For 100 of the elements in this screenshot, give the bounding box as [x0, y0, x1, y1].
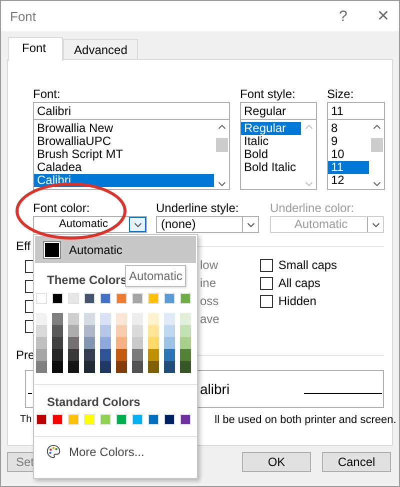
- list-item[interactable]: Regular: [241, 122, 301, 135]
- tab[interactable]: Font: [8, 37, 64, 61]
- color-swatch[interactable]: [52, 414, 63, 425]
- color-swatch[interactable]: [84, 361, 95, 373]
- button[interactable]: OK: [242, 452, 311, 472]
- color-swatch[interactable]: [100, 337, 111, 349]
- list-item[interactable]: 8: [328, 122, 369, 135]
- color-swatch[interactable]: [180, 313, 191, 325]
- color-swatch[interactable]: [84, 313, 95, 325]
- color-swatch[interactable]: [116, 325, 127, 337]
- chevron-down-icon[interactable]: [134, 222, 142, 228]
- color-swatch[interactable]: [100, 325, 111, 337]
- color-swatch[interactable]: [148, 414, 159, 425]
- color-swatch[interactable]: [36, 414, 47, 425]
- color-swatch[interactable]: [180, 361, 191, 373]
- color-swatch[interactable]: [84, 349, 95, 361]
- color-swatch[interactable]: [148, 313, 159, 325]
- color-swatch[interactable]: [36, 325, 47, 337]
- color-swatch[interactable]: [132, 313, 143, 325]
- color-swatch[interactable]: [132, 414, 143, 425]
- list-item[interactable]: Bold Italic: [241, 161, 301, 174]
- up-chevron-icon[interactable]: [372, 124, 380, 130]
- scroll-thumb[interactable]: [370, 138, 382, 152]
- help-button[interactable]: ?: [338, 8, 348, 24]
- color-swatch[interactable]: [116, 349, 127, 361]
- color-swatch[interactable]: [68, 325, 79, 337]
- color-swatch[interactable]: [52, 337, 63, 349]
- list-item[interactable]: Caladea: [34, 161, 214, 174]
- color-swatch[interactable]: [132, 293, 143, 304]
- color-swatch[interactable]: [116, 337, 127, 349]
- color-swatch[interactable]: [84, 414, 95, 425]
- list-item[interactable]: BrowalliaUPC: [34, 135, 214, 148]
- scroll-thumb[interactable]: [216, 138, 228, 152]
- color-swatch[interactable]: [148, 361, 159, 373]
- color-swatch[interactable]: [164, 293, 175, 304]
- color-swatch[interactable]: [36, 337, 47, 349]
- color-swatch[interactable]: [100, 361, 111, 373]
- list-item[interactable]: Bold: [241, 148, 301, 161]
- chevron-down-icon[interactable]: [246, 222, 254, 228]
- color-swatch[interactable]: [132, 337, 143, 349]
- checkbox[interactable]: [260, 277, 274, 290]
- dropdown[interactable]: (none): [156, 216, 259, 233]
- color-swatch[interactable]: [100, 414, 111, 425]
- color-swatch[interactable]: [164, 337, 175, 349]
- color-swatch[interactable]: [36, 361, 47, 373]
- color-swatch[interactable]: [132, 361, 143, 373]
- color-swatch[interactable]: [36, 349, 47, 361]
- color-swatch[interactable]: [116, 414, 127, 425]
- color-swatch[interactable]: [180, 414, 191, 425]
- tab[interactable]: Advanced: [63, 39, 138, 59]
- list-item[interactable]: Brush Script MT: [34, 148, 214, 161]
- input-field[interactable]: Calibri: [33, 102, 230, 120]
- checkbox[interactable]: [260, 259, 274, 272]
- button[interactable]: Cancel: [322, 452, 391, 472]
- palette-icon[interactable]: [46, 444, 61, 459]
- chevron-down-icon[interactable]: [372, 181, 380, 187]
- color-swatch[interactable]: [132, 325, 143, 337]
- list-item[interactable]: Italic: [241, 135, 301, 148]
- checkbox[interactable]: [260, 295, 274, 308]
- color-swatch[interactable]: [164, 349, 175, 361]
- color-swatch[interactable]: [52, 325, 63, 337]
- color-swatch[interactable]: [84, 337, 95, 349]
- color-swatch[interactable]: [36, 293, 47, 304]
- list-box[interactable]: 8 9 10 11 12: [327, 120, 385, 190]
- color-swatch[interactable]: [100, 313, 111, 325]
- list-item[interactable]: 12: [328, 174, 369, 187]
- list-item[interactable]: 9: [328, 135, 369, 148]
- color-swatch[interactable]: [68, 361, 79, 373]
- list-item[interactable]: Browallia New: [34, 122, 214, 135]
- color-swatch[interactable]: [148, 325, 159, 337]
- color-swatch[interactable]: [164, 313, 175, 325]
- color-swatch[interactable]: [52, 293, 63, 304]
- color-swatch[interactable]: [100, 293, 111, 304]
- dropdown-button[interactable]: [129, 217, 146, 232]
- color-swatch[interactable]: [84, 325, 95, 337]
- color-swatch[interactable]: [116, 293, 127, 304]
- color-swatch[interactable]: [68, 349, 79, 361]
- color-swatch[interactable]: [180, 337, 191, 349]
- color-swatch[interactable]: [164, 325, 175, 337]
- menu-item[interactable]: More Colors...: [69, 444, 144, 458]
- color-swatch[interactable]: [68, 313, 79, 325]
- close-button[interactable]: ×: [377, 4, 389, 28]
- color-swatch[interactable]: [148, 337, 159, 349]
- color-swatch[interactable]: [100, 349, 111, 361]
- color-swatch[interactable]: [52, 361, 63, 373]
- color-swatch[interactable]: [52, 349, 63, 361]
- color-swatch[interactable]: [52, 313, 63, 325]
- input-field[interactable]: 11: [327, 102, 385, 120]
- menu-item[interactable]: Automatic: [35, 236, 196, 263]
- color-swatch[interactable]: [132, 349, 143, 361]
- list-box[interactable]: Regular Italic Bold Bold Italic: [240, 120, 317, 190]
- color-dropdown[interactable]: Automatic: [33, 216, 147, 233]
- color-swatch[interactable]: [36, 313, 47, 325]
- color-swatch[interactable]: [116, 361, 127, 373]
- color-swatch[interactable]: [68, 293, 79, 304]
- list-item[interactable]: 11: [328, 161, 369, 174]
- color-swatch[interactable]: [84, 293, 95, 304]
- list-item[interactable]: 10: [328, 148, 369, 161]
- color-swatch[interactable]: [164, 414, 175, 425]
- color-swatch[interactable]: [116, 313, 127, 325]
